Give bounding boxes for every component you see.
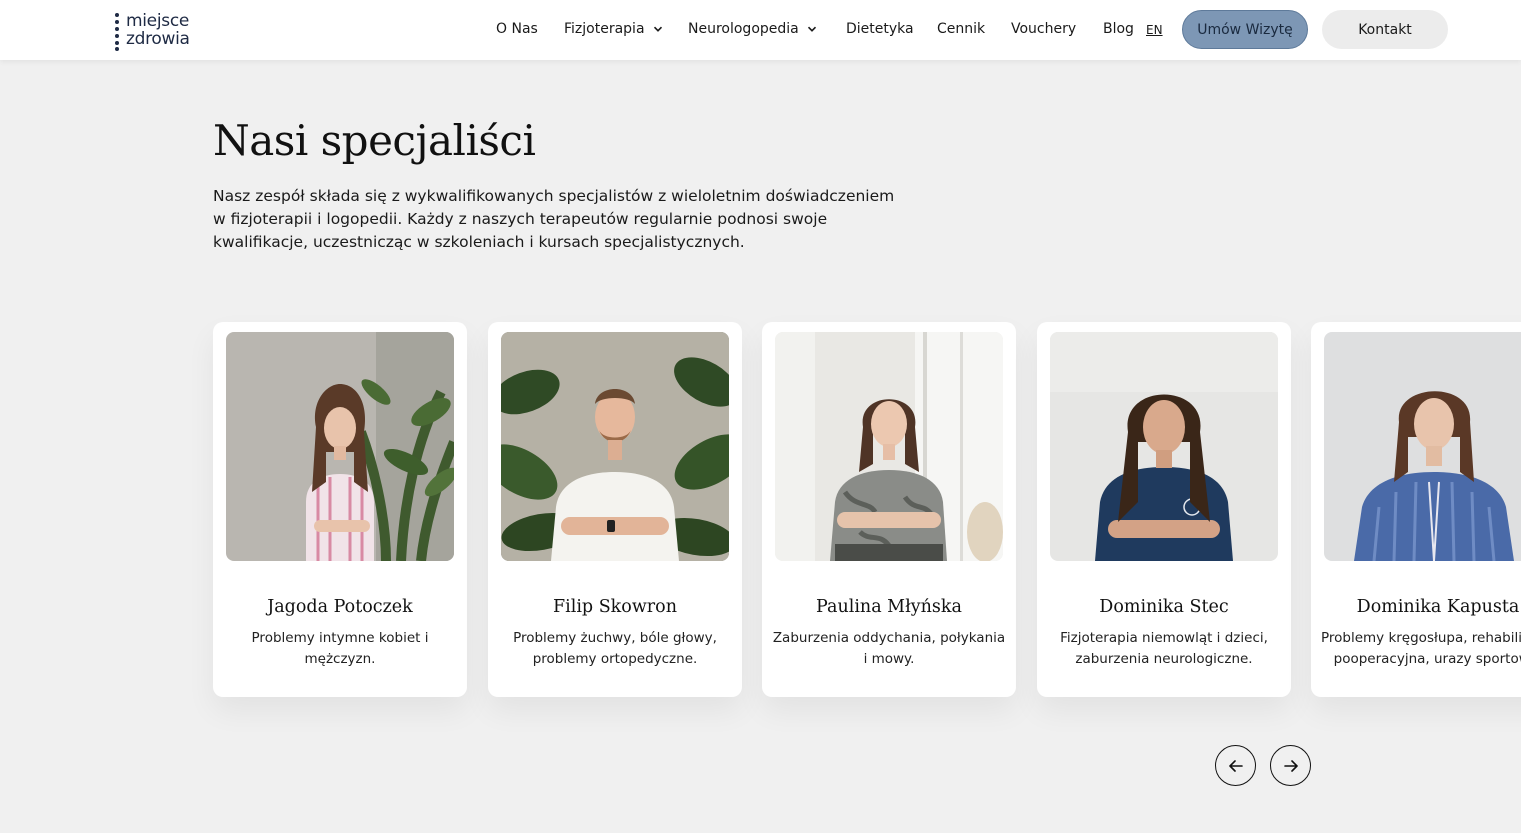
specialist-card[interactable]: Filip Skowron Problemy żuchwy, bóle głow…	[488, 322, 742, 697]
nav-item-vouchery[interactable]: Vouchery	[1011, 21, 1076, 37]
specialist-name: Jagoda Potoczek	[267, 597, 413, 617]
specialist-description: Problemy kręgosłupa, rehabilitacja poope…	[1320, 630, 1521, 667]
contact-button[interactable]: Kontakt	[1322, 10, 1448, 49]
language-switch[interactable]: EN	[1146, 23, 1163, 37]
specialist-photo	[501, 332, 729, 561]
specialist-photo	[226, 332, 454, 561]
section-lead: Nasz zespół składa się z wykwalifikowany…	[213, 187, 895, 251]
specialist-photo	[1050, 332, 1278, 561]
nav-item-neurologopedia[interactable]: Neurologopedia	[688, 21, 817, 37]
carousel-prev-button[interactable]	[1215, 745, 1256, 786]
section-title: Nasi specjaliści	[213, 116, 536, 165]
nav-item-o-nas[interactable]: O Nas	[496, 21, 538, 37]
specialist-card[interactable]: Jagoda Potoczek Problemy intymne kobiet …	[213, 322, 467, 697]
specialist-photo	[1324, 332, 1521, 561]
specialist-name: Filip Skowron	[553, 597, 677, 617]
specialist-description: Zaburzenia oddychania, połykania i mowy.	[772, 630, 1006, 667]
chevron-down-icon	[653, 26, 662, 32]
specialist-card[interactable]: Paulina Młyńska Zaburzenia oddychania, p…	[762, 322, 1016, 697]
book-visit-button[interactable]: Umów Wizytę	[1182, 10, 1308, 49]
specialist-name: Paulina Młyńska	[816, 597, 962, 617]
specialist-card[interactable]: Dominika Stec Fizjoterapia niemowląt i d…	[1037, 322, 1291, 697]
carousel-next-button[interactable]	[1270, 745, 1311, 786]
chevron-down-icon	[807, 26, 816, 32]
nav-item-blog[interactable]: Blog	[1103, 21, 1134, 37]
specialist-description: Problemy intymne kobiet i mężczyzn.	[251, 630, 429, 667]
specialist-description: Problemy żuchwy, bóle głowy, problemy or…	[513, 630, 717, 667]
nav-item-cennik[interactable]: Cennik	[937, 21, 985, 37]
specialist-name: Dominika Kapusta	[1356, 597, 1520, 617]
specialist-photo	[775, 332, 1003, 561]
logo-dots-icon	[115, 12, 121, 51]
specialist-description: Fizjoterapia niemowląt i dzieci, zaburze…	[1060, 630, 1268, 667]
arrow-right-icon	[1283, 759, 1298, 772]
site-logo[interactable]: miejsce zdrowia	[113, 11, 213, 51]
specialist-name: Dominika Stec	[1099, 597, 1229, 617]
specialist-card[interactable]: Dominika Kapusta Problemy kręgosłupa, re…	[1311, 322, 1521, 697]
nav-item-fizjoterapia[interactable]: Fizjoterapia	[564, 21, 663, 37]
nav-item-dietetyka[interactable]: Dietetyka	[846, 21, 914, 37]
arrow-left-icon	[1228, 759, 1243, 772]
logo-wordmark: miejsce zdrowia	[126, 11, 190, 49]
site-header: miejsce zdrowia O Nas Fizjoterapia Neuro…	[0, 0, 1521, 60]
